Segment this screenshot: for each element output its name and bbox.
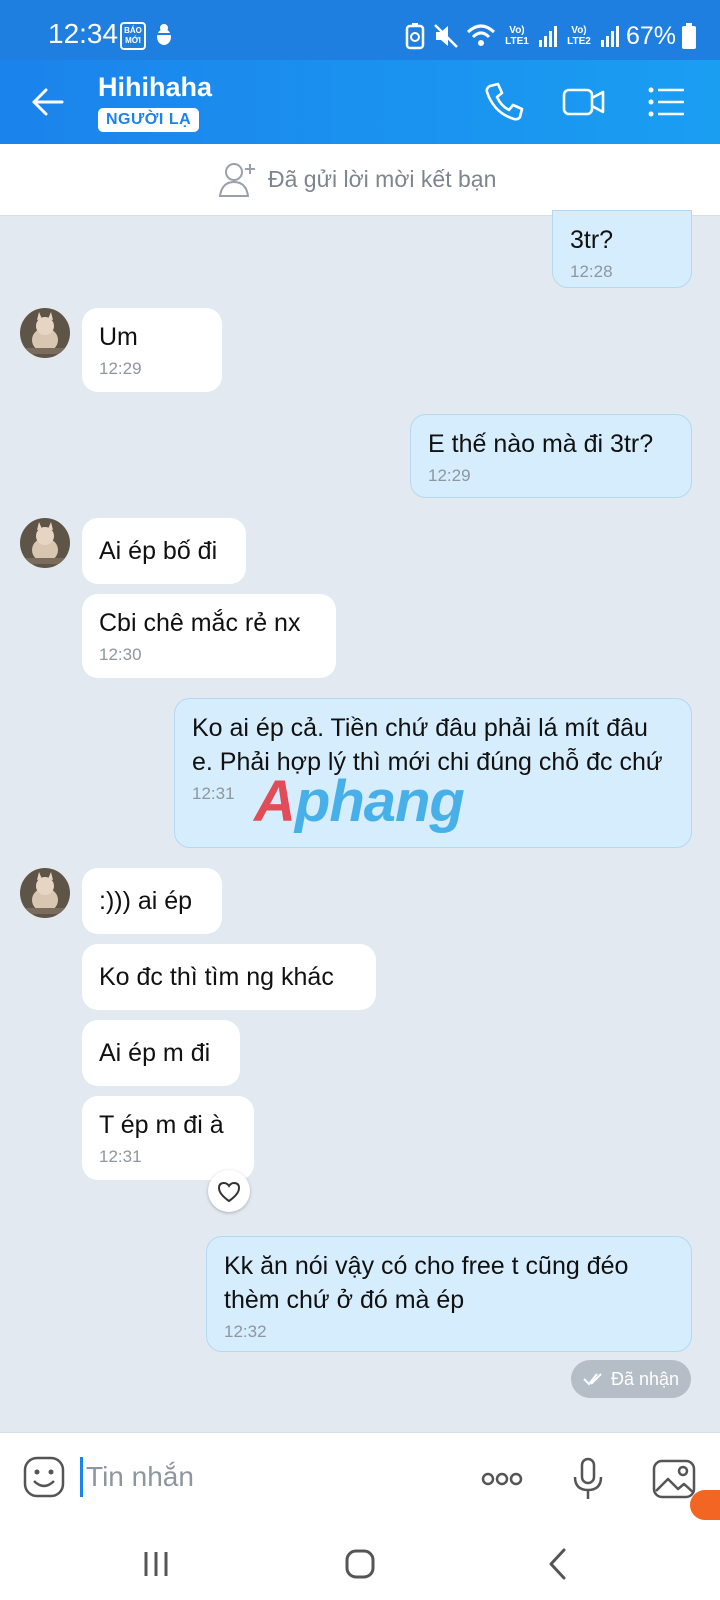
watermark-rest: phang: [294, 769, 465, 834]
message-text: Ai ép bố đi: [99, 537, 218, 565]
react-heart-button[interactable]: [208, 1170, 250, 1212]
watermark-first: A: [254, 769, 296, 834]
battery-saver-icon: [405, 23, 425, 50]
mute-icon: [434, 24, 458, 48]
message-bubble-outgoing[interactable]: 3tr? 12:28: [552, 210, 692, 288]
back-arrow-icon[interactable]: [26, 80, 70, 124]
message-bubble-incoming[interactable]: Um 12:29: [82, 308, 222, 392]
message-bubble-outgoing[interactable]: Kk ăn nói vậy có cho free t cũng đéo thè…: [206, 1236, 692, 1352]
menu-list-icon[interactable]: [642, 78, 690, 126]
message-bubble-incoming[interactable]: Cbi chê mắc rẻ nx 12:30: [82, 594, 336, 678]
message-text: Ai ép m đi: [99, 1039, 211, 1067]
message-text: Kk ăn nói vậy có cho free t cũng đéo thè…: [224, 1252, 629, 1314]
message-time: 12:30: [99, 645, 142, 664]
message-time: 12:29: [428, 466, 471, 485]
friend-request-text: Đã gửi lời mời kết bạn: [268, 166, 497, 192]
cat-avatar-image: [20, 308, 70, 358]
cat-avatar-image: [20, 868, 70, 918]
signal-icon: [538, 26, 557, 47]
cat-avatar-image: [20, 518, 70, 568]
system-nav-bar: [0, 1526, 720, 1600]
battery-icon: [682, 23, 696, 49]
message-text: Ko đc thì tìm ng khác: [99, 963, 334, 991]
contact-avatar[interactable]: [20, 308, 70, 358]
watermark-logo: Aphang: [254, 768, 465, 835]
home-icon[interactable]: [336, 1540, 384, 1588]
received-status-text: Đã nhận: [610, 1368, 680, 1389]
message-bubble-incoming[interactable]: Ai ép m đi: [82, 1020, 240, 1086]
more-options-icon[interactable]: [478, 1455, 526, 1503]
recent-apps-icon[interactable]: [132, 1540, 180, 1588]
message-text: :))) ai ép: [99, 887, 193, 915]
image-gallery-icon[interactable]: [650, 1455, 698, 1503]
message-text: 3tr?: [570, 226, 614, 254]
message-time: 12:28: [570, 262, 613, 281]
signal-icon: [600, 26, 619, 47]
message-bubble-incoming[interactable]: Ai ép bố đi: [82, 518, 246, 584]
text-caret: [80, 1457, 83, 1497]
message-input[interactable]: [86, 1455, 446, 1499]
sim1-label: Vo) LTE1: [505, 25, 529, 47]
message-text: Cbi chê mắc rẻ nx: [99, 609, 301, 637]
heart-icon: [217, 1181, 241, 1203]
wifi-icon: [466, 24, 495, 46]
double-check-icon: [583, 1373, 602, 1386]
battery-percent: 67%: [625, 21, 676, 50]
sim2-label: Vo) LTE2: [567, 25, 591, 47]
message-text: Um: [99, 323, 138, 351]
message-time: 12:31: [99, 1147, 142, 1166]
news-badge-text: BÁO MỚI: [124, 26, 142, 45]
emoji-icon[interactable]: [22, 1455, 66, 1499]
message-bubble-incoming[interactable]: :))) ai ép: [82, 868, 222, 934]
phone-icon[interactable]: [480, 78, 528, 126]
video-call-icon[interactable]: [560, 78, 608, 126]
message-bubble-incoming[interactable]: Ko đc thì tìm ng khác: [82, 944, 376, 1010]
contact-avatar[interactable]: [20, 518, 70, 568]
message-input-bar: [0, 1432, 720, 1526]
add-friend-icon: [218, 163, 255, 197]
floating-bubble-icon[interactable]: [690, 1490, 720, 1520]
message-text: T ép m đi à: [99, 1111, 224, 1139]
contact-name[interactable]: Hihihaha: [98, 72, 212, 103]
contact-avatar[interactable]: [20, 868, 70, 918]
vpn-bug-icon: [155, 24, 173, 45]
friend-request-bar[interactable]: Đã gửi lời mời kết bạn: [0, 144, 720, 216]
message-time: 12:32: [224, 1322, 267, 1341]
message-bubble-incoming[interactable]: T ép m đi à 12:31: [82, 1096, 254, 1180]
message-bubble-outgoing[interactable]: E thế nào mà đi 3tr? 12:29: [410, 414, 692, 498]
received-status-badge: Đã nhận: [571, 1360, 691, 1398]
microphone-icon[interactable]: [564, 1455, 612, 1503]
status-time: 12:34: [48, 18, 119, 49]
stranger-badge: NGƯỜI LẠ: [98, 108, 200, 132]
back-nav-icon[interactable]: [534, 1540, 582, 1588]
news-app-icon: BÁO MỚI: [120, 22, 146, 50]
message-time: 12:29: [99, 359, 142, 378]
chat-header: Hihihaha NGƯỜI LẠ: [0, 60, 720, 144]
message-text: E thế nào mà đi 3tr?: [428, 430, 654, 458]
